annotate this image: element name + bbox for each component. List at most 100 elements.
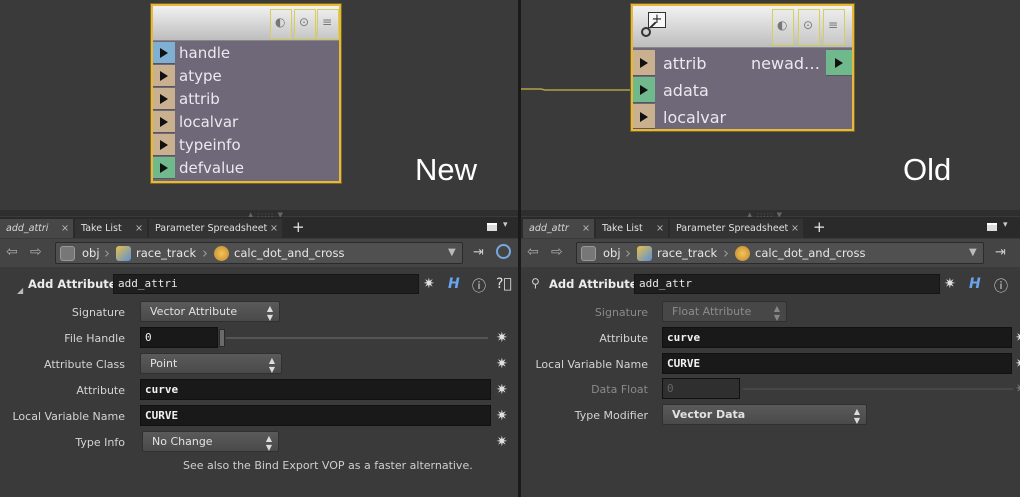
forward-arrow-icon[interactable]: ⇨ xyxy=(551,244,563,260)
node-bypass-flag-icon[interactable]: ◐ xyxy=(772,9,794,45)
pane-menu-arrow-icon[interactable]: ▾ xyxy=(503,220,508,230)
tab-close-icon[interactable]: × xyxy=(791,219,799,238)
input-port-attrib[interactable] xyxy=(153,88,175,110)
tab-take-list[interactable]: Take List × xyxy=(596,219,668,238)
pin-icon[interactable]: ⇥ xyxy=(995,245,1006,260)
add-attribute-node-icon: + xyxy=(639,10,669,42)
input-port-handle[interactable] xyxy=(153,42,175,64)
node-bypass-flag-icon[interactable]: ◐ xyxy=(270,9,292,39)
breadcrumb-calc-dot-and-cross[interactable]: calc_dot_and_cross xyxy=(234,246,344,260)
tab-close-icon[interactable]: × xyxy=(61,219,69,238)
tab-parameters[interactable]: add_attri × xyxy=(0,219,73,238)
tab-take-list[interactable]: Take List × xyxy=(75,219,147,238)
gear-icon[interactable]: ✷ xyxy=(423,276,435,292)
gear-icon[interactable]: ✷ xyxy=(1015,356,1020,372)
input-port-attrib[interactable] xyxy=(633,50,655,76)
help-h-icon[interactable]: H xyxy=(448,276,460,292)
pane-splitter[interactable]: ▲ ::::: ▼ xyxy=(521,210,1020,219)
breadcrumb-calc-dot-and-cross[interactable]: calc_dot_and_cross xyxy=(755,246,865,260)
file-handle-field[interactable]: 0 xyxy=(140,327,218,348)
breadcrumb-obj[interactable]: obj xyxy=(82,246,100,260)
parameter-header: ◢ Add Attribute add_attri ✷ H ⓘ ?⃝ xyxy=(0,270,518,298)
parameter-pane: ▲ ::::: ▼ add_attri × Take List × Paramete… xyxy=(0,210,518,497)
signature-menu[interactable]: Float Attribute ▲ ▼ xyxy=(662,301,787,322)
menu-value: Float Attribute xyxy=(672,305,752,318)
attribute-field[interactable]: curve xyxy=(140,379,491,400)
add-attribute-node-new[interactable]: ◐ ⊙ ≡ handle atype attrib localvar typei… xyxy=(151,4,341,183)
type-modifier-menu[interactable]: Vector Data ▲ ▼ xyxy=(662,404,867,425)
tab-parameters[interactable]: add_attr × xyxy=(523,219,594,238)
local-variable-name-field[interactable]: CURVE xyxy=(662,353,1012,374)
network-editor[interactable]: + ◐ ⊙ ≡ attrib adata localvar newad… Old xyxy=(521,0,1020,210)
node-lock-flag-icon[interactable]: ⊙ xyxy=(798,9,820,45)
data-float-slider[interactable] xyxy=(743,388,1013,390)
forward-arrow-icon[interactable]: ⇨ xyxy=(30,244,42,260)
gear-icon[interactable]: ✷ xyxy=(496,434,508,450)
tab-close-icon[interactable]: × xyxy=(582,219,590,238)
gear-icon[interactable]: ✷ xyxy=(496,382,508,398)
slider-handle[interactable] xyxy=(219,329,225,347)
node-display-flag-icon[interactable]: ≡ xyxy=(317,9,339,39)
link-icon[interactable] xyxy=(496,244,511,259)
help-icon[interactable]: ?⃝ xyxy=(496,276,512,292)
back-arrow-icon[interactable]: ⇦ xyxy=(527,244,539,260)
node-type-menu-icon[interactable]: ◢ xyxy=(17,286,23,295)
input-port-typeinfo[interactable] xyxy=(153,134,175,156)
pane-menu-arrow-icon[interactable]: ▾ xyxy=(1003,220,1008,230)
node-display-flag-icon[interactable]: ≡ xyxy=(823,9,845,45)
type-info-menu[interactable]: No Change ▲ ▼ xyxy=(142,431,279,452)
data-float-field[interactable]: 0 xyxy=(662,378,740,399)
gear-icon[interactable]: ✷ xyxy=(496,408,508,424)
breadcrumb-obj[interactable]: obj xyxy=(603,246,621,260)
breadcrumb-race-track[interactable]: race_track xyxy=(657,246,717,260)
path-bar: ⇦ ⇨ obj › race_track › calc_dot_and_cros… xyxy=(0,239,518,267)
node-name-field[interactable]: add_attri xyxy=(113,274,419,294)
attribute-class-menu[interactable]: Point ▲ ▼ xyxy=(140,353,282,374)
info-icon[interactable]: ⓘ xyxy=(994,276,1008,296)
breadcrumb-race-track[interactable]: race_track xyxy=(136,246,196,260)
signature-menu[interactable]: Vector Attribute ▲ ▼ xyxy=(140,301,280,322)
param-label: Type Modifier xyxy=(574,409,648,422)
tab-close-icon[interactable]: × xyxy=(656,219,664,238)
input-port-localvar[interactable] xyxy=(153,111,175,133)
tab-label: add_attri xyxy=(6,223,49,234)
input-port-defvalue[interactable] xyxy=(153,157,175,179)
network-editor[interactable]: ◐ ⊙ ≡ handle atype attrib localvar typei… xyxy=(0,0,518,210)
node-name-field[interactable]: add_attr xyxy=(634,274,940,294)
help-h-icon[interactable]: H xyxy=(969,276,981,292)
gear-icon[interactable]: ✷ xyxy=(1015,330,1020,346)
input-port-adata[interactable] xyxy=(633,77,655,103)
breadcrumb-separator-icon: › xyxy=(625,244,631,262)
pane-splitter[interactable]: ▲ ::::: ▼ xyxy=(0,210,518,219)
input-port-localvar[interactable] xyxy=(633,104,655,129)
add-attribute-node-old[interactable]: + ◐ ⊙ ≡ attrib adata localvar newad… xyxy=(631,4,854,131)
add-tab-icon[interactable]: + xyxy=(292,218,305,236)
gear-icon[interactable]: ✷ xyxy=(496,330,508,346)
gear-icon[interactable]: ✷ xyxy=(1015,381,1020,397)
breadcrumb-dropdown-icon[interactable]: ▼ xyxy=(969,247,977,258)
param-label: File Handle xyxy=(64,332,125,345)
gear-icon[interactable]: ✷ xyxy=(496,356,508,372)
node-lock-flag-icon[interactable]: ⊙ xyxy=(294,9,316,39)
tab-label: Parameter Spreadsheet xyxy=(676,223,789,234)
file-handle-slider[interactable] xyxy=(226,337,488,339)
pane-tab-bar: add_attr × Take List × Parameter Spreadshe… xyxy=(521,217,1020,238)
pane-menu-icon[interactable] xyxy=(487,223,497,231)
pin-icon[interactable]: ⇥ xyxy=(473,245,484,260)
tab-parameter-spreadsheet[interactable]: Parameter Spreadsheet × xyxy=(149,219,282,238)
node-type-icon[interactable]: ⚲ xyxy=(531,276,540,290)
attribute-field[interactable]: curve xyxy=(662,327,1012,348)
pane-menu-icon[interactable] xyxy=(987,223,997,231)
add-tab-icon[interactable]: + xyxy=(813,218,826,236)
tab-parameter-spreadsheet[interactable]: Parameter Spreadsheet × xyxy=(670,219,803,238)
local-variable-name-field[interactable]: CURVE xyxy=(140,405,491,426)
info-icon[interactable]: ⓘ xyxy=(472,276,486,296)
input-port-atype[interactable] xyxy=(153,65,175,87)
param-label: Attribute xyxy=(599,332,648,345)
tab-close-icon[interactable]: × xyxy=(135,219,143,238)
back-arrow-icon[interactable]: ⇦ xyxy=(6,244,18,260)
tab-close-icon[interactable]: × xyxy=(270,219,278,238)
breadcrumb-dropdown-icon[interactable]: ▼ xyxy=(448,247,456,258)
gear-icon[interactable]: ✷ xyxy=(944,276,956,292)
output-port-newadata[interactable] xyxy=(826,50,852,76)
